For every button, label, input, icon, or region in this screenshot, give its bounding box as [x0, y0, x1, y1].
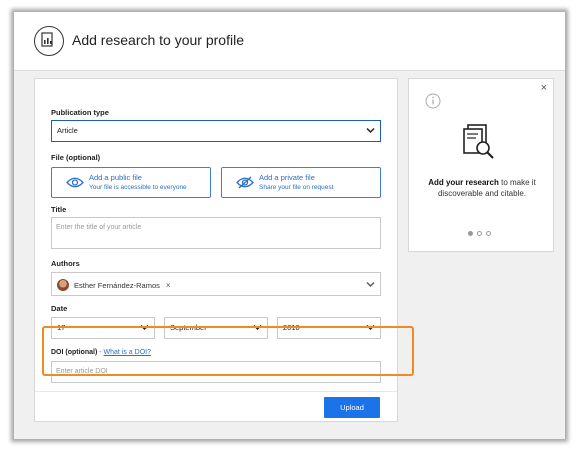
side-panel: × Add your research to make it discovera… — [408, 78, 554, 252]
upload-button[interactable]: Upload — [324, 397, 380, 418]
publication-type-select[interactable]: Article — [51, 120, 381, 142]
public-file-subtitle: Your file is accessible to everyone — [89, 184, 187, 191]
dialog-header: Add research to your profile — [14, 12, 565, 71]
chevron-down-icon — [366, 282, 375, 287]
author-name: Esther Fernández-Ramos — [74, 280, 160, 290]
side-panel-text: Add your research to make it discoverabl… — [417, 177, 547, 199]
private-file-subtitle: Share your file on request — [259, 184, 334, 191]
remove-author-icon[interactable]: × — [166, 281, 171, 290]
title-input[interactable]: Enter the title of your article — [51, 217, 381, 249]
avatar — [57, 279, 69, 291]
eye-off-icon — [236, 176, 254, 189]
research-icon — [34, 26, 64, 56]
footer-divider — [35, 391, 397, 392]
carousel-dot[interactable] — [477, 231, 482, 236]
private-file-title: Add a private file — [259, 173, 315, 182]
carousel-dot[interactable] — [468, 231, 473, 236]
author-chip[interactable]: Esther Fernández-Ramos × — [57, 277, 171, 293]
public-file-title: Add a public file — [89, 173, 142, 182]
info-icon — [425, 93, 441, 109]
publication-type-value: Article — [57, 126, 78, 135]
eye-icon — [66, 177, 84, 188]
side-panel-text-bold: Add your research — [428, 178, 499, 187]
carousel-dot[interactable] — [486, 231, 491, 236]
add-private-file-button[interactable]: Add a private file Share your file on re… — [221, 167, 381, 198]
chevron-down-icon — [366, 127, 375, 134]
authors-label: Authors — [51, 259, 80, 268]
page-title: Add research to your profile — [72, 32, 244, 48]
doi-highlight-box — [42, 326, 414, 376]
publication-type-label: Publication type — [51, 108, 109, 117]
close-icon[interactable]: × — [541, 82, 547, 94]
dialog-window: Add research to your profile Publication… — [14, 12, 565, 439]
carousel-dots — [468, 231, 491, 236]
title-placeholder: Enter the title of your article — [56, 224, 142, 231]
date-label: Date — [51, 304, 68, 313]
add-public-file-button[interactable]: Add a public file Your file is accessibl… — [51, 167, 211, 198]
title-label: Title — [51, 205, 67, 214]
document-search-icon — [463, 124, 494, 159]
file-label: File (optional) — [51, 153, 101, 162]
